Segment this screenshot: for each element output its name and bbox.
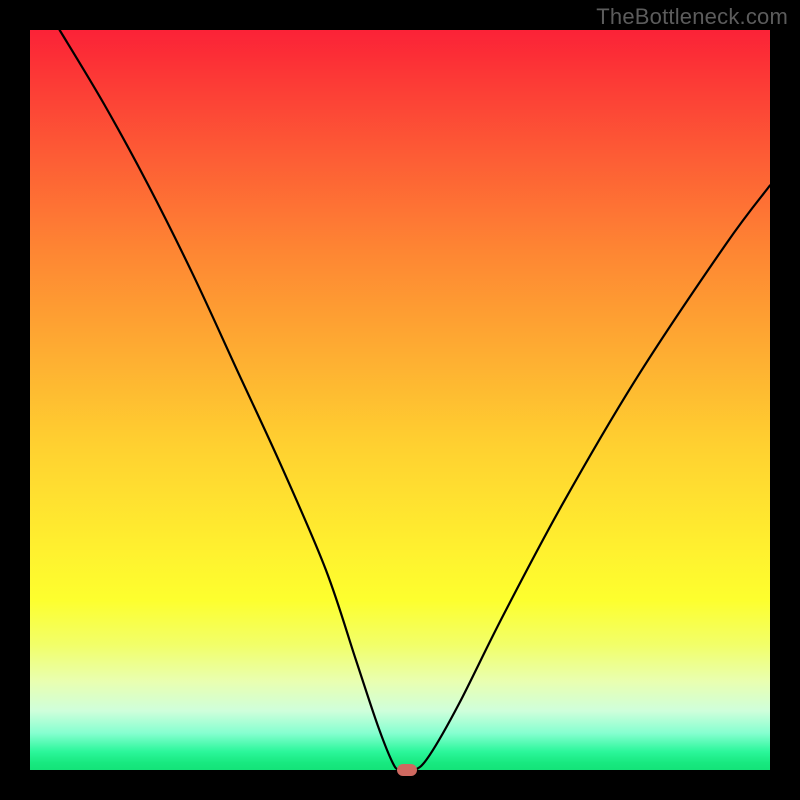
- plot-area: [30, 30, 770, 770]
- bottleneck-marker: [397, 764, 417, 776]
- curve-path: [60, 30, 770, 771]
- bottleneck-curve: [30, 30, 770, 770]
- chart-frame: TheBottleneck.com: [0, 0, 800, 800]
- watermark-text: TheBottleneck.com: [596, 4, 788, 30]
